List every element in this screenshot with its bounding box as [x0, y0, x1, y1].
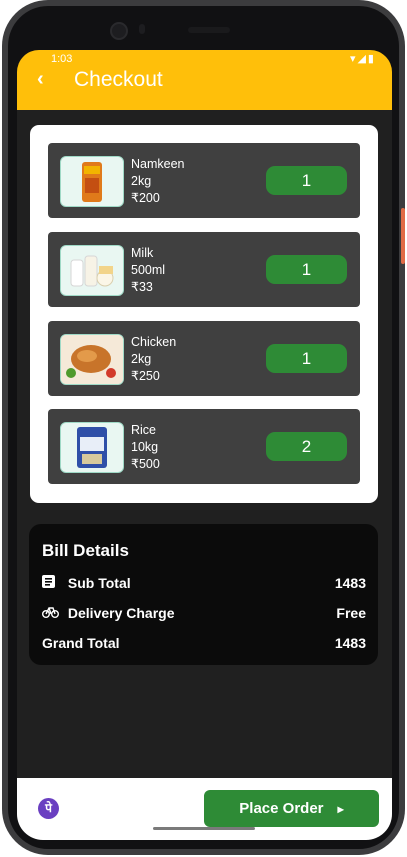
- status-time: 1:03: [51, 53, 73, 65]
- item-name: Rice: [131, 423, 157, 437]
- chicken-image: [60, 334, 124, 385]
- item-name: Chicken: [131, 335, 177, 349]
- namkeen-image: [60, 156, 124, 207]
- item-name: Milk: [131, 246, 154, 260]
- power-button: [401, 208, 405, 264]
- milk-image: [60, 245, 124, 296]
- grand-total-value: 1483: [334, 635, 366, 651]
- status-icons: ▾◢▮: [349, 53, 376, 65]
- item-price: ₹33: [131, 280, 153, 294]
- delivery-value: Free: [336, 605, 366, 621]
- item-info: Namkeen 2kg ₹200: [131, 156, 185, 207]
- item-price: ₹250: [131, 369, 160, 383]
- item-price: ₹500: [131, 457, 160, 471]
- quantity-button[interactable]: 2: [266, 432, 347, 461]
- item-quantity: 2kg: [131, 174, 152, 188]
- delivery-row: Delivery Charge Free: [42, 605, 366, 621]
- bicycle-icon: [42, 605, 64, 621]
- grand-total-label: Grand Total: [42, 635, 120, 651]
- delivery-label: Delivery Charge: [67, 605, 175, 621]
- quantity-button[interactable]: 1: [266, 166, 347, 195]
- place-order-label: Place Order: [239, 800, 324, 817]
- item-name: Namkeen: [131, 157, 185, 171]
- quantity-button[interactable]: 1: [266, 255, 347, 284]
- back-arrow-icon[interactable]: ‹: [37, 68, 44, 91]
- item-quantity: 2kg: [131, 352, 152, 366]
- receipt-icon: [42, 575, 64, 591]
- cart-item: Namkeen 2kg ₹200 1: [48, 143, 360, 218]
- cart-item: Milk 500ml ₹33 1: [48, 232, 360, 307]
- item-price: ₹200: [131, 191, 160, 205]
- cart-item: Rice 10kg ₹500 2: [48, 409, 360, 484]
- item-info: Milk 500ml ₹33: [131, 245, 165, 296]
- app-screen: 1:03 ▾◢▮ ‹ Checkout Namkeen 2kg ₹200 1 M…: [17, 50, 392, 840]
- rice-image: [60, 422, 124, 473]
- checkout-bottom-bar: पे Place Order ▸: [17, 778, 392, 840]
- item-info: Chicken 2kg ₹250: [131, 334, 176, 385]
- grand-total-row: Grand Total 1483: [42, 635, 366, 651]
- earpiece-speaker: [188, 27, 230, 33]
- item-info: Rice 10kg ₹500: [131, 422, 160, 473]
- page-title: Checkout: [74, 68, 163, 91]
- arrow-right-icon: ▸: [337, 802, 344, 816]
- bill-title: Bill Details: [42, 541, 129, 560]
- cart-item: Chicken 2kg ₹250 1: [48, 321, 360, 396]
- quantity-button[interactable]: 1: [266, 344, 347, 373]
- sub-total-row: Sub Total 1483: [42, 575, 366, 591]
- front-camera: [110, 22, 128, 40]
- bill-details-card: Bill Details Sub Total 1483 Delivery Cha…: [29, 524, 378, 665]
- home-indicator[interactable]: [153, 827, 255, 830]
- item-quantity: 10kg: [131, 440, 159, 454]
- payment-app-icon[interactable]: पे: [38, 798, 59, 819]
- sub-total-label: Sub Total: [67, 575, 131, 591]
- place-order-button[interactable]: Place Order ▸: [204, 790, 379, 827]
- cart-panel: Namkeen 2kg ₹200 1 Milk 500ml ₹33 1 Chic…: [30, 125, 378, 503]
- item-quantity: 500ml: [131, 263, 166, 277]
- proximity-sensor: [139, 24, 145, 34]
- app-bar: 1:03 ▾◢▮ ‹ Checkout: [17, 50, 392, 110]
- sub-total-value: 1483: [334, 575, 366, 591]
